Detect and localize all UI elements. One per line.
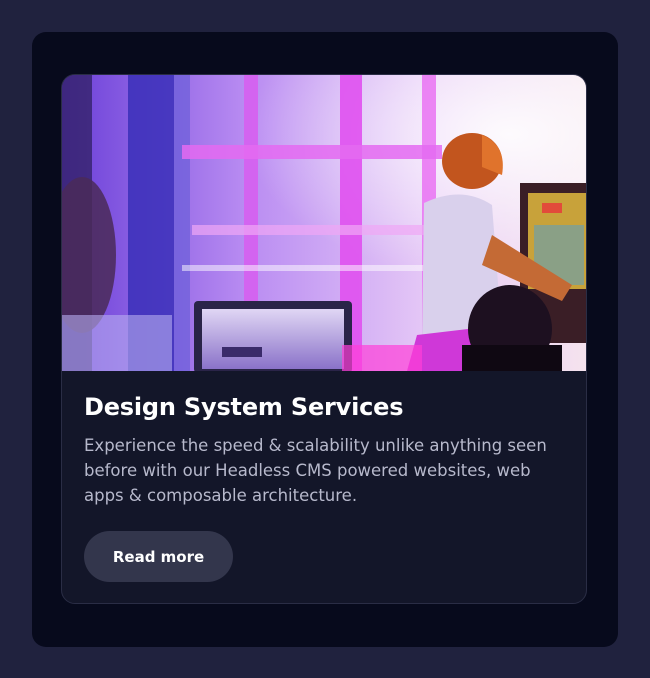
- card-container: Design System Services Experience the sp…: [32, 32, 618, 647]
- read-more-button[interactable]: Read more: [84, 531, 233, 582]
- card-title: Design System Services: [84, 393, 404, 421]
- card-image: [62, 75, 586, 371]
- card-description: Experience the speed & scalability unlik…: [84, 436, 547, 505]
- service-card: Design System Services Experience the sp…: [61, 74, 587, 604]
